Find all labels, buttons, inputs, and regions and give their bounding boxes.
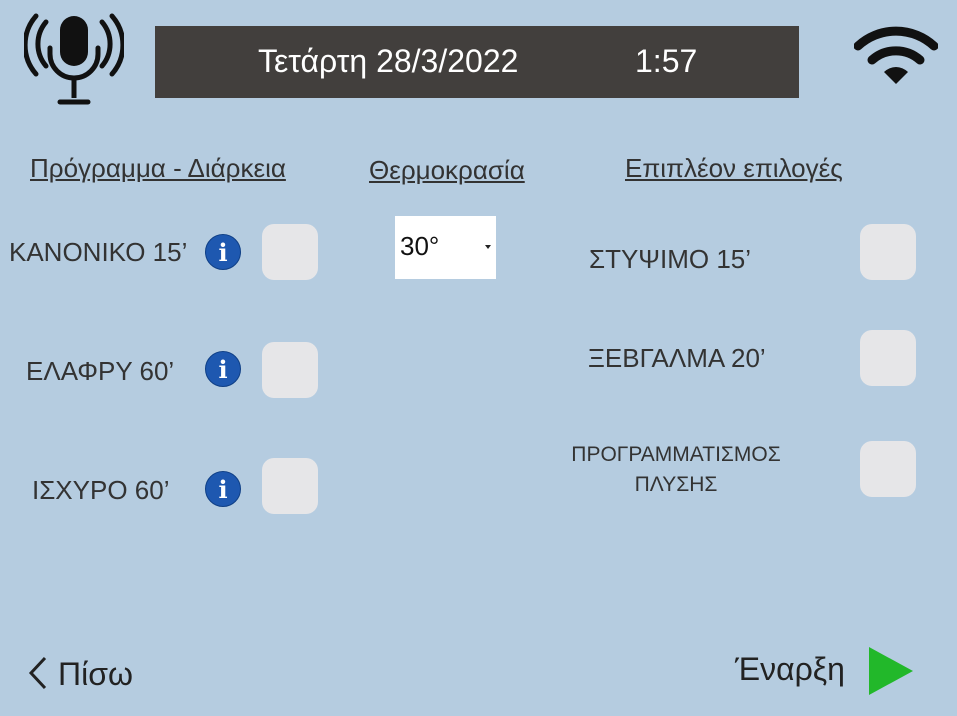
date-display: Τετάρτη 28/3/2022	[258, 43, 519, 79]
extra-options-heading: Επιπλέον επιλογές	[625, 153, 843, 183]
extra-spin-label: ΣΤΥΨΙΜΟ 15’	[589, 244, 752, 274]
extra-rinse-label: ΞΕΒΓΑΛΜΑ 20’	[588, 343, 766, 373]
play-icon	[869, 647, 913, 695]
wifi-icon[interactable]	[853, 22, 939, 86]
extra-schedule-label-line2: ΠΛΥΣΗΣ	[634, 473, 718, 496]
extra-schedule-checkbox[interactable]	[860, 441, 916, 497]
caret-down-icon	[485, 245, 491, 249]
temperature-value: 30°	[400, 231, 440, 261]
program-light-label: ΕΛΑΦΡΥ 60’	[26, 356, 175, 386]
temperature-heading: Θερμοκρασία	[369, 155, 525, 185]
program-duration-heading: Πρόγραμμα - Διάρκεια	[30, 153, 286, 183]
chevron-left-icon	[28, 656, 47, 690]
info-icon[interactable]: i	[205, 351, 241, 387]
date-time-bar: Τετάρτη 28/3/2022 1:57	[155, 26, 799, 98]
program-light-checkbox[interactable]	[262, 342, 318, 398]
extra-schedule-label-line1: ΠΡΟΓΡΑΜΜΑΤΙΣΜΟΣ	[571, 443, 781, 466]
info-icon[interactable]: i	[205, 234, 241, 270]
extra-rinse-checkbox[interactable]	[860, 330, 916, 386]
start-button[interactable]: Έναρξη	[735, 645, 920, 700]
program-normal-label: ΚΑΝΟΝΙΚΟ 15’	[9, 237, 188, 267]
program-strong-label: ΙΣΧΥΡΟ 60’	[32, 475, 170, 505]
program-normal-checkbox[interactable]	[262, 224, 318, 280]
program-strong-checkbox[interactable]	[262, 458, 318, 514]
extra-schedule-label: ΠΡΟΓΡΑΜΜΑΤΙΣΜΟΣ ΠΛΥΣΗΣ	[562, 440, 790, 500]
extra-spin-checkbox[interactable]	[860, 224, 916, 280]
back-label: Πίσω	[58, 656, 133, 692]
microphone-icon[interactable]	[22, 12, 126, 108]
time-display: 1:57	[635, 43, 698, 79]
info-icon[interactable]: i	[205, 471, 241, 507]
temperature-select[interactable]: 30°	[395, 216, 496, 279]
start-label: Έναρξη	[735, 651, 845, 687]
